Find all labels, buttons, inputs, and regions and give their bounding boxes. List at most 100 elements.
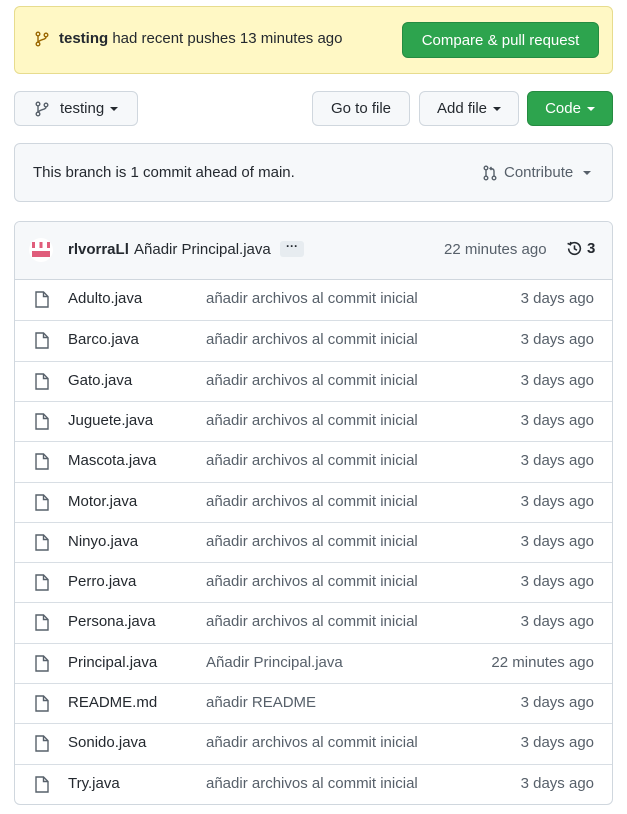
file-icon bbox=[35, 534, 49, 551]
file-row[interactable]: Persona.java añadir archivos al commit in… bbox=[15, 602, 612, 642]
file-name-link[interactable]: Motor.java bbox=[68, 493, 137, 510]
go-to-file-label: Go to file bbox=[330, 100, 392, 117]
file-row[interactable]: Motor.java añadir archivos al commit inic… bbox=[15, 481, 612, 522]
file-commit-message[interactable]: añadir archivos al commit inicial bbox=[206, 412, 418, 429]
file-commit-message[interactable]: añadir README bbox=[206, 694, 316, 711]
banner-branch-name[interactable]: testing bbox=[59, 30, 108, 47]
chevron-down-icon bbox=[493, 106, 502, 111]
file-row[interactable]: Gato.java añadir archivos al commit inici… bbox=[15, 360, 612, 401]
file-icon bbox=[35, 654, 49, 672]
file-commit-time: 3 days ago bbox=[520, 331, 594, 349]
file-icon bbox=[35, 453, 49, 470]
file-commit-message[interactable]: añadir archivos al commit inicial bbox=[206, 493, 418, 510]
file-commit-message[interactable]: añadir archivos al commit inicial bbox=[206, 613, 418, 630]
file-row[interactable]: Try.java añadir archivos al commit inicia… bbox=[15, 763, 612, 804]
file-name-link[interactable]: Try.java bbox=[68, 775, 120, 792]
chevron-down-icon bbox=[583, 170, 592, 175]
banner-message-text: had recent pushes 13 minutes ago bbox=[108, 30, 343, 47]
file-icon bbox=[35, 413, 49, 430]
file-row[interactable]: Barco.java añadir archivos al commit inic… bbox=[15, 320, 612, 360]
commit-history-link[interactable]: 3 bbox=[566, 240, 595, 257]
file-commit-time: 3 days ago bbox=[520, 573, 594, 591]
latest-commit-bar: rlvorraLl Añadir Principal.java ··· 22 m… bbox=[15, 222, 612, 280]
file-name-link[interactable]: Persona.java bbox=[68, 613, 156, 630]
file-row[interactable]: Sonido.java añadir archivos al commit ini… bbox=[15, 723, 612, 763]
git-pull-request-icon bbox=[483, 165, 497, 180]
file-commit-message[interactable]: añadir archivos al commit inicial bbox=[206, 331, 418, 348]
file-icon bbox=[35, 493, 49, 511]
file-commit-message[interactable]: añadir archivos al commit inicial bbox=[206, 775, 418, 792]
file-name-link[interactable]: Principal.java bbox=[68, 654, 157, 671]
file-name-link[interactable]: Mascota.java bbox=[68, 452, 156, 469]
code-label: Code bbox=[545, 100, 581, 117]
file-icon bbox=[35, 332, 49, 349]
file-name-link[interactable]: Barco.java bbox=[68, 331, 139, 348]
file-row[interactable]: Ninyo.java añadir archivos al commit inic… bbox=[15, 521, 612, 562]
file-commit-message[interactable]: añadir archivos al commit inicial bbox=[206, 372, 418, 389]
commit-message[interactable]: Añadir Principal.java bbox=[134, 241, 271, 258]
file-name-link[interactable]: Juguete.java bbox=[68, 412, 153, 429]
file-icon bbox=[35, 614, 49, 632]
file-icon bbox=[35, 372, 49, 390]
file-commit-time: 3 days ago bbox=[520, 613, 594, 631]
file-commit-time: 3 days ago bbox=[520, 452, 594, 470]
identicon-icon bbox=[32, 242, 50, 257]
file-commit-time: 22 minutes ago bbox=[491, 653, 594, 671]
file-row[interactable]: Mascota.java añadir archivos al commit in… bbox=[15, 441, 612, 481]
branch-select-button[interactable]: testing bbox=[14, 91, 138, 126]
file-row[interactable]: Principal.java Añadir Principal.java 22 mi… bbox=[15, 642, 612, 683]
branch-select-label: testing bbox=[60, 100, 105, 117]
file-name-link[interactable]: README.md bbox=[68, 694, 157, 711]
file-icon bbox=[35, 775, 49, 793]
file-icon bbox=[35, 735, 49, 752]
file-commit-message[interactable]: añadir archivos al commit inicial bbox=[206, 452, 418, 469]
branch-status-box: This branch is 1 commit ahead of main. C… bbox=[14, 143, 613, 202]
file-commit-time: 3 days ago bbox=[520, 774, 594, 792]
file-row[interactable]: Adulto.java añadir archivos al commit ini… bbox=[15, 280, 612, 320]
avatar[interactable] bbox=[29, 238, 53, 262]
file-commit-message[interactable]: Añadir Principal.java bbox=[206, 654, 343, 671]
file-commit-time: 3 days ago bbox=[520, 290, 594, 307]
chevron-down-icon bbox=[110, 106, 119, 111]
commit-time: 22 minutes ago bbox=[444, 241, 547, 258]
contribute-button[interactable]: Contribute bbox=[482, 164, 592, 181]
history-icon bbox=[567, 241, 582, 256]
file-commit-time: 3 days ago bbox=[520, 694, 594, 711]
git-branch-icon bbox=[35, 31, 49, 47]
file-commit-message[interactable]: añadir archivos al commit inicial bbox=[206, 533, 418, 550]
code-button[interactable]: Code bbox=[527, 91, 613, 126]
add-file-button[interactable]: Add file bbox=[419, 91, 519, 126]
commit-count: 3 bbox=[587, 240, 596, 257]
add-file-label: Add file bbox=[436, 100, 488, 117]
file-icon bbox=[35, 695, 49, 712]
file-commit-time: 3 days ago bbox=[520, 371, 594, 389]
file-commit-message[interactable]: añadir archivos al commit inicial bbox=[206, 734, 418, 751]
file-commit-message[interactable]: añadir archivos al commit inicial bbox=[206, 290, 418, 307]
chevron-down-icon bbox=[586, 106, 595, 111]
file-commit-message[interactable]: añadir archivos al commit inicial bbox=[206, 573, 418, 590]
compare-pull-request-button[interactable]: Compare & pull request bbox=[402, 22, 599, 58]
branch-status-text: This branch is 1 commit ahead of main. bbox=[33, 164, 295, 181]
file-icon bbox=[35, 574, 49, 591]
file-row[interactable]: Juguete.java añadir archivos al commit in… bbox=[15, 400, 612, 441]
file-row[interactable]: README.md añadir README 3 days ago bbox=[15, 683, 612, 723]
commit-expand-button[interactable]: ··· bbox=[280, 240, 304, 257]
file-commit-time: 3 days ago bbox=[520, 734, 594, 752]
git-branch-icon bbox=[35, 101, 49, 116]
file-commit-time: 3 days ago bbox=[520, 411, 594, 429]
file-commit-time: 3 days ago bbox=[520, 492, 594, 510]
file-row[interactable]: Perro.java añadir archivos al commit inic… bbox=[15, 562, 612, 602]
file-name-link[interactable]: Ninyo.java bbox=[68, 533, 138, 550]
recent-pushes-banner: testing had recent pushes 13 minutes ago… bbox=[14, 6, 613, 74]
go-to-file-button[interactable]: Go to file bbox=[312, 91, 410, 126]
file-name-link[interactable]: Sonido.java bbox=[68, 734, 146, 751]
commit-author[interactable]: rlvorraLl bbox=[68, 241, 129, 258]
recent-pushes-message: testing had recent pushes 13 minutes ago bbox=[59, 30, 343, 47]
file-name-link[interactable]: Perro.java bbox=[68, 573, 136, 590]
file-commit-time: 3 days ago bbox=[520, 532, 594, 550]
file-name-link[interactable]: Adulto.java bbox=[68, 290, 142, 307]
contribute-label: Contribute bbox=[504, 164, 574, 181]
file-icon bbox=[35, 291, 49, 308]
file-browser: rlvorraLl Añadir Principal.java ··· 22 m… bbox=[14, 221, 613, 805]
file-name-link[interactable]: Gato.java bbox=[68, 372, 132, 389]
